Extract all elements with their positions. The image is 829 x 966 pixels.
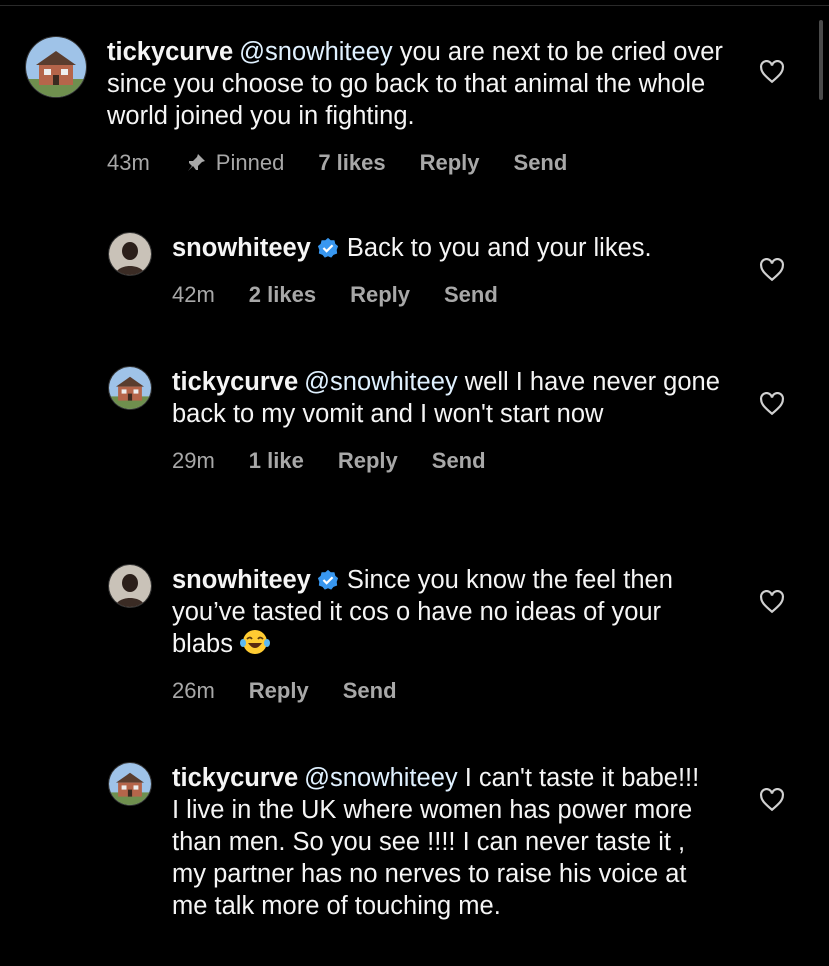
comment-meta: 42m 2 likes Reply Send [172,282,728,308]
like-heart-icon[interactable] [759,60,785,84]
house-avatar-icon [26,37,86,97]
house-avatar-icon [109,367,151,409]
send-button[interactable]: Send [343,678,397,704]
send-button[interactable]: Send [514,150,568,176]
comment-mention[interactable]: @snowhiteey [304,368,457,396]
comment-text: snowhiteey Back to you and your likes. [172,232,728,264]
comment-body: Back to you and your likes. [346,234,652,262]
comment-time: 42m [172,282,215,307]
person-avatar-icon [109,565,151,607]
pin-icon [186,154,205,172]
comment-mention[interactable]: @snowhiteey [304,764,457,792]
likes-count[interactable]: 2 likes [249,282,316,308]
comment-item: tickycurve @snowhiteey well I have never … [108,366,728,474]
comment-username[interactable]: tickycurve [107,38,233,66]
laughing-tears-emoji-icon [239,630,270,654]
comment-item: tickycurve @snowhiteey I can't taste it b… [108,762,728,922]
comment-time: 26m [172,678,215,703]
reply-button[interactable]: Reply [249,678,309,704]
comment-text: snowhiteey Since you know the feel then y… [172,564,720,660]
avatar-snowhiteey[interactable] [108,564,152,608]
avatar-tickycurve[interactable] [108,762,152,806]
reply-button[interactable]: Reply [350,282,410,308]
comment-item: snowhiteey Back to you and your likes. 42… [108,232,728,308]
send-button[interactable]: Send [444,282,498,308]
pinned-label: Pinned [184,150,284,176]
comment-time: 29m [172,448,215,473]
verified-badge-icon [317,237,338,258]
comment-text: tickycurve @snowhiteey well I have never … [172,366,720,430]
like-heart-icon[interactable] [759,590,785,614]
comment-text: tickycurve @snowhiteey I can't taste it b… [172,762,712,922]
comment-meta: 26m Reply Send [172,678,720,704]
comment-username[interactable]: tickycurve [172,368,298,396]
likes-count[interactable]: 1 like [249,448,304,474]
avatar-tickycurve[interactable] [108,366,152,410]
avatar-tickycurve[interactable] [25,36,87,98]
like-heart-icon[interactable] [759,258,785,282]
comment-meta: 43m Pinned 7 likes Reply Send [107,150,725,176]
send-button[interactable]: Send [432,448,486,474]
comment-time: 43m [107,150,150,175]
comment-username[interactable]: tickycurve [172,764,298,792]
top-divider [0,5,829,6]
scrollbar[interactable] [819,20,823,100]
comment-item: tickycurve @snowhiteey you are next to be… [25,36,725,176]
comment-text: tickycurve @snowhiteey you are next to be… [107,36,725,132]
house-avatar-icon [109,763,151,805]
like-heart-icon[interactable] [759,788,785,812]
comment-mention[interactable]: @snowhiteey [239,38,392,66]
like-heart-icon[interactable] [759,392,785,416]
likes-count[interactable]: 7 likes [318,150,385,176]
comment-username[interactable]: snowhiteey [172,234,311,262]
reply-button[interactable]: Reply [420,150,480,176]
comment-meta: 29m 1 like Reply Send [172,448,720,474]
comment-item: snowhiteey Since you know the feel then y… [108,564,728,704]
avatar-snowhiteey[interactable] [108,232,152,276]
reply-button[interactable]: Reply [338,448,398,474]
person-avatar-icon [109,233,151,275]
comment-username[interactable]: snowhiteey [172,566,311,594]
verified-badge-icon [317,569,338,590]
